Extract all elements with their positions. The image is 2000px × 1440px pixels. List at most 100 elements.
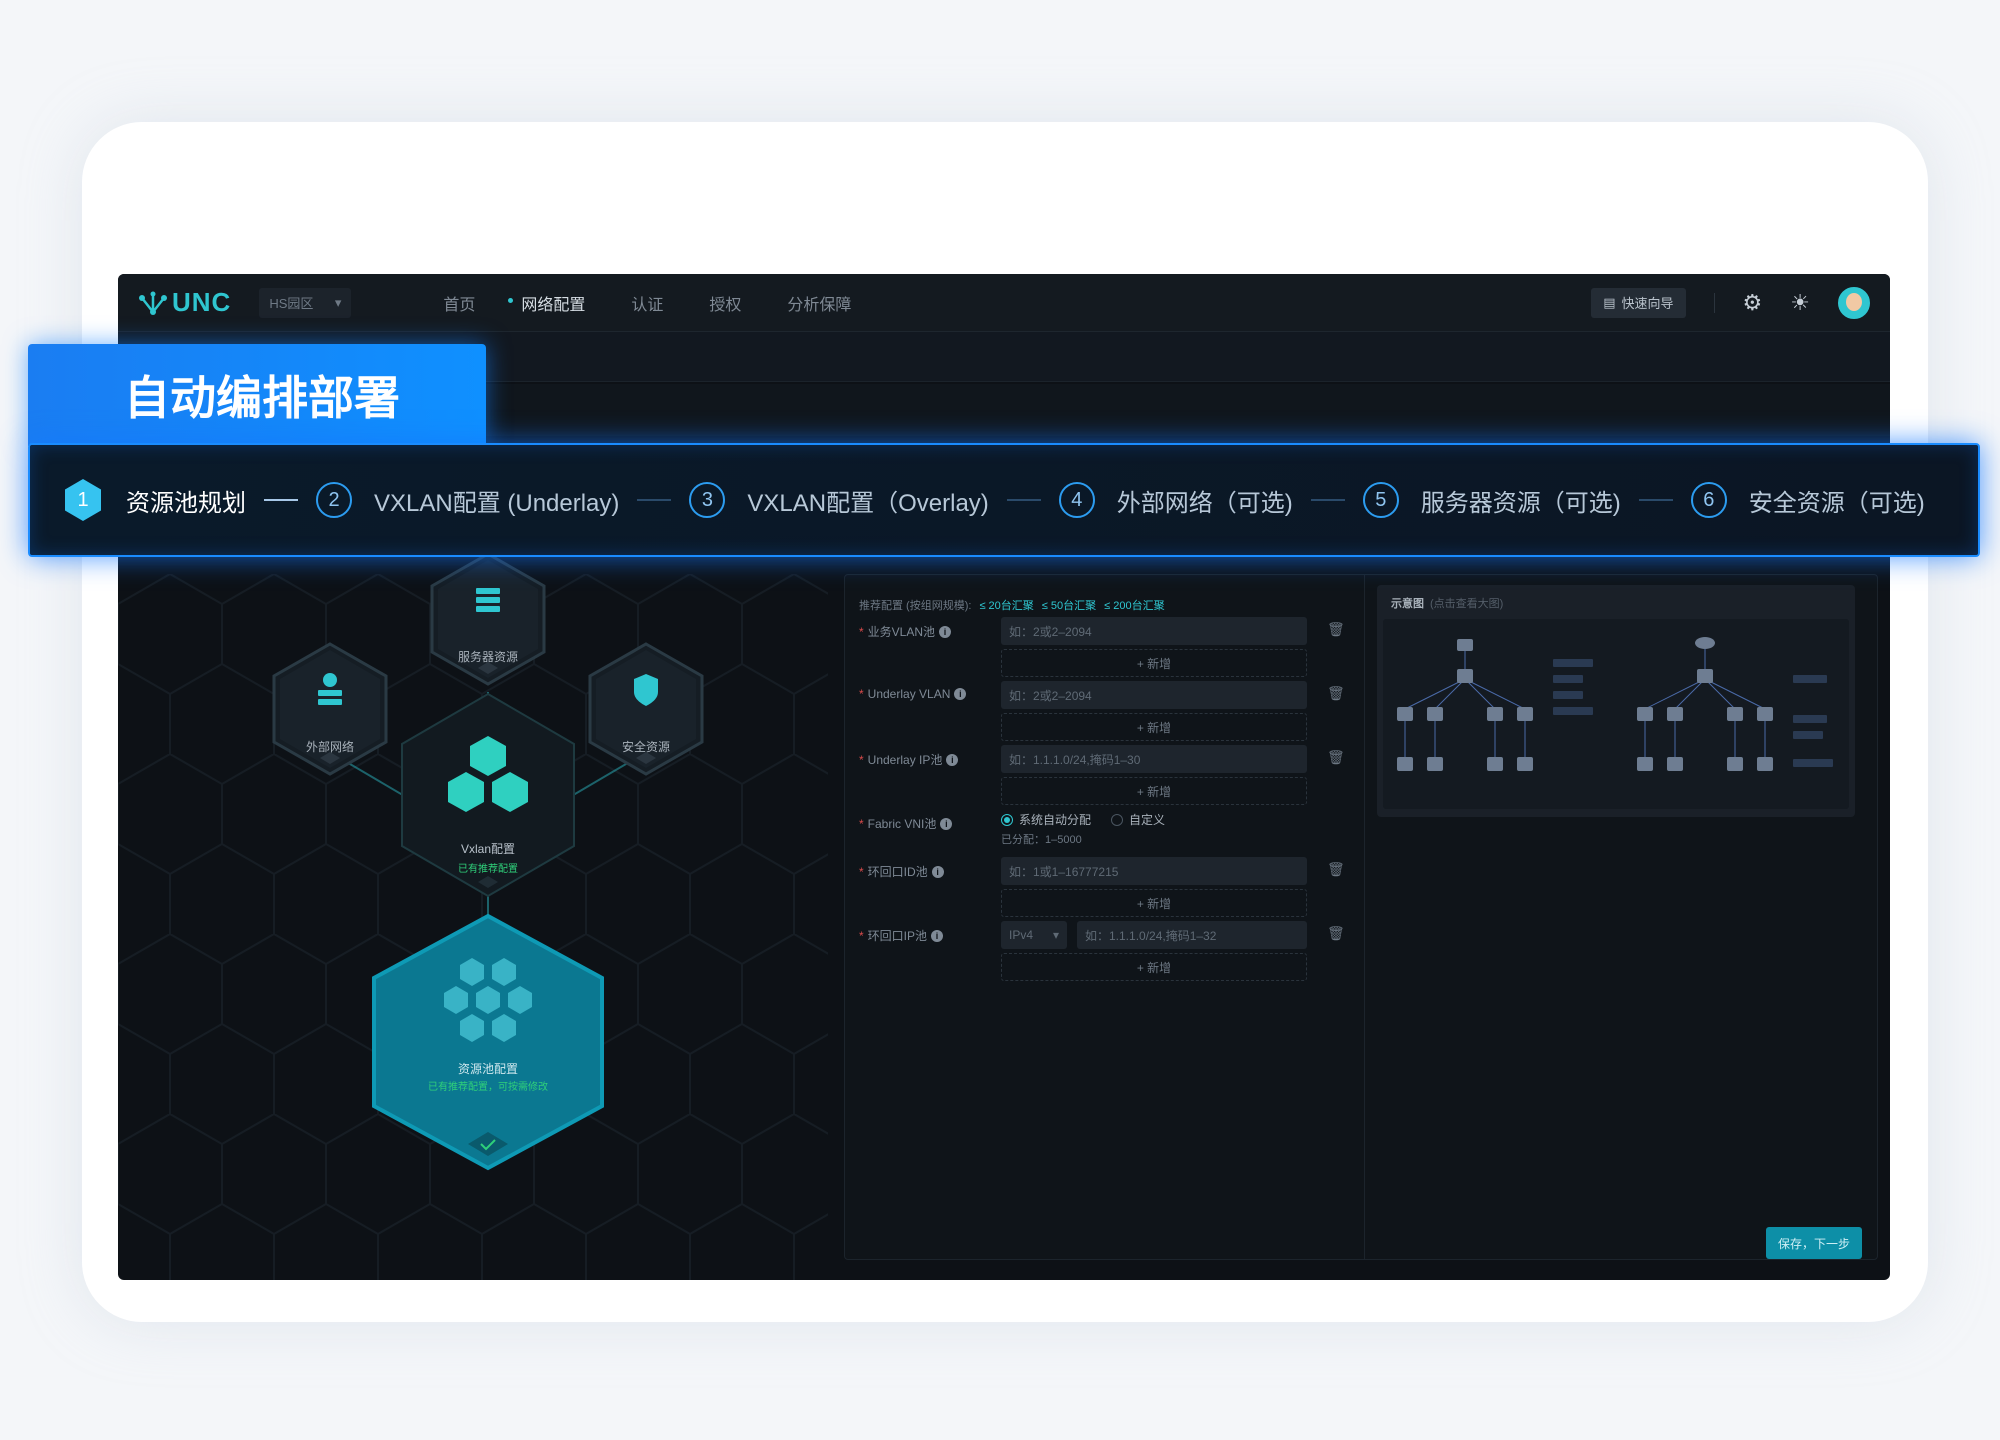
vlan-pool-input[interactable]: 如：2或2–2094 [1001, 617, 1307, 645]
field-loopback-id-label: * 环回口ID池 i [859, 863, 944, 880]
diagram-hint: (点击查看大图) [1430, 598, 1504, 610]
hex-vxlan-label: Vxlan配置 [460, 842, 516, 856]
trash-icon[interactable]: 🗑 [1327, 621, 1345, 638]
nav-right: ▤ 快速向导 ⚙ ☀ [1591, 286, 1870, 319]
step-connector [1310, 499, 1345, 501]
field-vlan-pool-label: * 业务VLAN池 i [859, 623, 952, 640]
trash-icon[interactable]: 🗑 [1327, 749, 1345, 766]
loopback-id-input[interactable]: 如：1或1–16777215 [1001, 857, 1307, 885]
recommend-label: 推荐配置 (按组网规模): [859, 600, 972, 612]
hex-resource-pool[interactable] [368, 912, 608, 1174]
loopback-ip-add-button[interactable]: + 新增 [1001, 953, 1307, 981]
hex-server-label: 服务器资源 [457, 650, 518, 664]
step-6-label: 安全资源（可选) [1748, 489, 1925, 517]
topology-diagram [1397, 637, 1833, 771]
step-3[interactable]: 3 VXLAN配置（Overlay) [689, 482, 989, 518]
logo-icon [139, 291, 167, 315]
step-3-number: 3 [689, 482, 726, 518]
loopback-ip-input[interactable]: 如：1.1.1.0/24,掩码1–32 [1077, 921, 1307, 949]
nav-auth[interactable]: 认证 [631, 291, 663, 315]
underlay-vlan-add-button[interactable]: + 新增 [1001, 713, 1307, 741]
field-underlay-ip-label: * Underlay IP池 i [859, 751, 959, 768]
hex-security-resources[interactable] [586, 640, 706, 780]
trash-icon[interactable]: 🗑 [1327, 685, 1345, 702]
nav-authorization[interactable]: 授权 [709, 291, 741, 315]
config-form-panel: 推荐配置 (按组网规模): ≤ 20台汇聚 ≤ 50台汇聚 ≤ 200台汇聚 *… [844, 574, 1878, 1260]
form-column: 推荐配置 (按组网规模): ≤ 20台汇聚 ≤ 50台汇聚 ≤ 200台汇聚 *… [845, 575, 1365, 1259]
save-next-button[interactable]: 保存，下一步 [1766, 1227, 1862, 1259]
nav-home[interactable]: 首页 [443, 291, 475, 315]
trash-icon[interactable]: 🗑 [1327, 925, 1345, 942]
radio-auto[interactable] [1001, 813, 1013, 826]
logo-text: UNC [172, 287, 232, 317]
step-4[interactable]: 4 外部网络（可选) [1058, 482, 1293, 518]
recommend-tag-20[interactable]: ≤ 20台汇聚 [979, 597, 1033, 613]
quick-guide-button[interactable]: ▤ 快速向导 [1591, 287, 1686, 318]
info-icon: i [954, 688, 967, 700]
campus-select[interactable]: HS园区 ▾ [259, 287, 352, 318]
top-nav: UNC HS园区 ▾ 首页 网络配置 认证 授权 分析保障 ▤ 快速向导 ⚙ ☀ [118, 274, 1890, 332]
hex-security-label: 安全资源 [621, 740, 670, 754]
step-4-label: 外部网络（可选) [1116, 489, 1293, 517]
step-1[interactable]: 1 资源池规划 [62, 477, 246, 523]
vlan-pool-add-button[interactable]: + 新增 [1001, 649, 1307, 677]
radio-custom[interactable] [1111, 813, 1124, 826]
hex-server-resources[interactable] [428, 550, 548, 690]
step-6[interactable]: 6 安全资源（可选) [1690, 482, 1925, 518]
quick-guide-label: 快速向导 [1621, 296, 1674, 311]
underlay-ip-input[interactable]: 如：1.1.1.0/24,掩码1–30 [1001, 745, 1307, 773]
underlay-vlan-input[interactable]: 如：2或2–2094 [1001, 681, 1307, 709]
step-connector [637, 499, 672, 501]
hex-external-network[interactable] [270, 640, 390, 780]
step-1-label: 资源池规划 [126, 489, 246, 517]
ip-version-select[interactable]: IPv4 ▾ [1001, 921, 1067, 949]
hex-external-label: 外部网络 [305, 740, 354, 754]
step-6-number: 6 [1690, 482, 1727, 518]
chevron-down-icon: ▾ [334, 294, 342, 310]
main-nav: 首页 网络配置 认证 授权 分析保障 [443, 291, 897, 315]
info-icon: i [931, 929, 944, 942]
loopback-id-add-button[interactable]: + 新增 [1001, 889, 1307, 917]
diagram-preview [1383, 619, 1849, 809]
underlay-ip-add-button[interactable]: + 新增 [1001, 777, 1307, 805]
recommend-tag-200[interactable]: ≤ 200台汇聚 [1104, 597, 1164, 613]
info-icon: i [940, 817, 953, 830]
step-5-number: 5 [1362, 482, 1399, 518]
field-underlay-vlan-label: * Underlay VLAN i [859, 687, 967, 701]
step-2[interactable]: 2 VXLAN配置 (Underlay) [316, 482, 619, 518]
recommend-tag-50[interactable]: ≤ 50台汇聚 [1042, 597, 1096, 613]
info-icon: i [939, 625, 952, 638]
nav-divider [1713, 292, 1715, 313]
step-connector [264, 499, 298, 501]
trash-icon[interactable]: 🗑 [1327, 861, 1345, 878]
step-1-number: 1 [62, 477, 104, 523]
campus-value: HS园区 [269, 296, 314, 311]
field-loopback-ip-label: * 环回口IP池 i [859, 927, 944, 944]
vni-allocated-text: 已分配：1–5000 [1001, 834, 1082, 846]
step-3-label: VXLAN配置（Overlay) [747, 489, 989, 517]
radio-auto-label: 系统自动分配 [1019, 813, 1092, 827]
nav-network-config[interactable]: 网络配置 [508, 291, 585, 315]
vni-radio-group: 系统自动分配 自定义 [1001, 811, 1165, 828]
avatar[interactable] [1838, 286, 1870, 319]
field-vni-label: * Fabric VNI池 i [859, 815, 953, 832]
recommend-row: 推荐配置 (按组网规模): ≤ 20台汇聚 ≤ 50台汇聚 ≤ 200台汇聚 [859, 597, 1165, 613]
hex-vxlan-status: 已有推荐配置 [458, 864, 518, 875]
radio-custom-label: 自定义 [1129, 813, 1166, 827]
diagram-card[interactable]: 示意图 (点击查看大图) [1377, 585, 1855, 817]
ip-version-value: IPv4 [1009, 928, 1034, 942]
diagram-title: 示意图 (点击查看大图) [1391, 598, 1504, 610]
chevron-down-icon: ▾ [1052, 928, 1059, 942]
hex-pool-status: 已有推荐配置，可按需修改 [428, 1082, 548, 1093]
info-icon: i [946, 753, 959, 766]
banner-title: 自动编排部署 [28, 344, 486, 446]
sun-icon[interactable]: ☀ [1790, 290, 1810, 316]
hex-topology: 服务器资源 外部网络 安全资源 Vxlan配置 已有推荐配置 资源池配置 已有推… [118, 552, 828, 1280]
gear-icon[interactable]: ⚙ [1743, 290, 1763, 316]
step-2-number: 2 [316, 482, 352, 518]
step-2-label: VXLAN配置 (Underlay) [374, 489, 620, 517]
step-connector [1006, 499, 1041, 501]
hex-pool-label: 资源池配置 [457, 1062, 518, 1076]
nav-analysis[interactable]: 分析保障 [787, 291, 851, 315]
step-5[interactable]: 5 服务器资源（可选) [1362, 482, 1621, 518]
